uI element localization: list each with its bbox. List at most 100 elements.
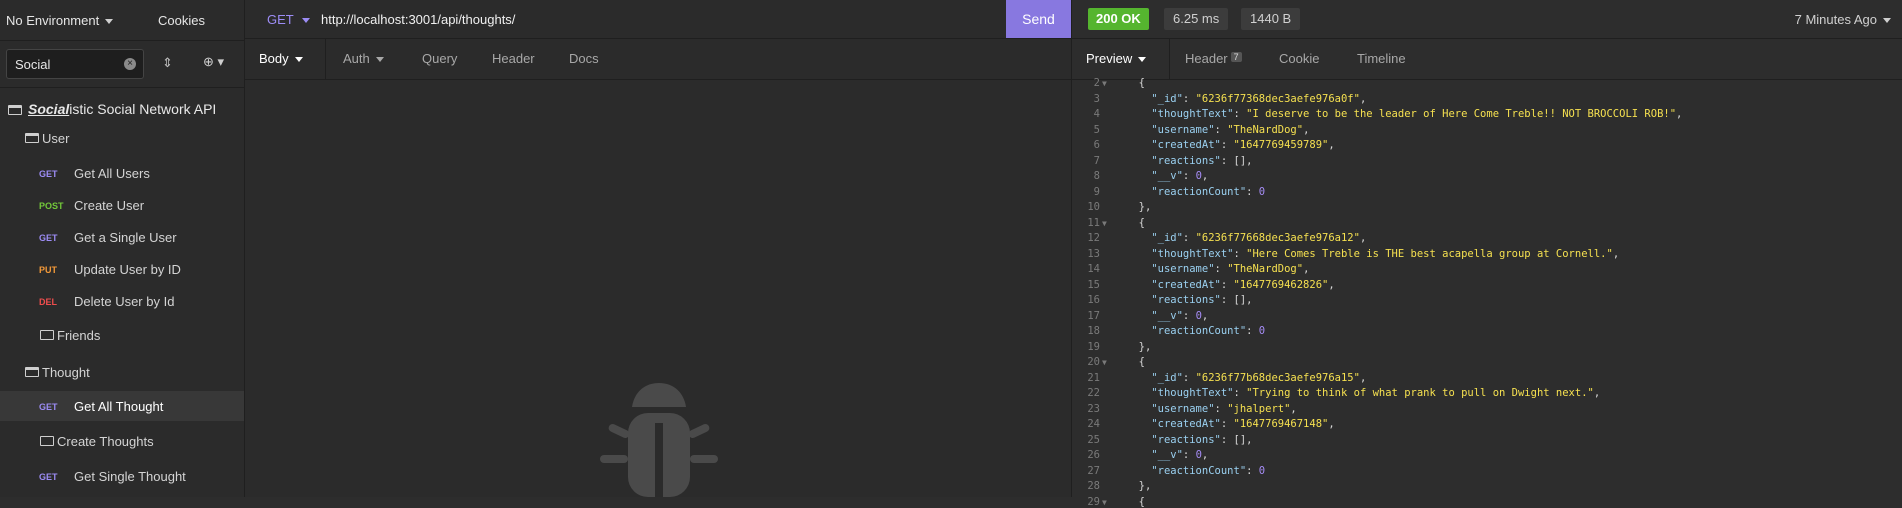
tab-auth[interactable]: Auth [343,51,384,66]
fold-arrow-icon[interactable]: ▼ [1102,79,1107,88]
request-item[interactable]: DEL Delete User by Id [0,286,244,316]
folder-item[interactable]: Friends [0,320,244,350]
tab-body[interactable]: Body [259,51,303,66]
json-key: "username" [1151,123,1215,136]
fold-arrow-icon[interactable]: ▼ [1102,498,1107,507]
code-line: "__v": 0, [1151,309,1209,322]
tab-divider [1169,39,1170,79]
bug-icon [600,383,718,497]
line-number: 26 [1087,449,1100,461]
json-key: "reactions" [1151,154,1221,167]
request-item[interactable]: GET Get a Single User [0,222,244,252]
folder-item[interactable]: Thought [0,357,244,387]
tab-preview[interactable]: Preview [1086,51,1147,66]
json-key-text: username [1157,402,1209,415]
url-bar: GET http://localhost:3001/api/thoughts/ … [245,0,1071,39]
method-badge: DEL [39,297,57,307]
json-key-text: thoughtText [1157,108,1228,120]
json-value: [] [1233,154,1247,167]
code-line: "username": "TheNardDog", [1151,123,1310,136]
json-key-text: thoughtText [1157,247,1228,260]
request-label: Get a Single User [74,230,177,245]
code-line: "reactionCount": 0 [1151,185,1266,198]
tab-divider [325,39,326,79]
folder-item[interactable]: User [0,123,244,153]
status-badge: 200 OK [1088,8,1149,30]
line-number: 6 [1093,139,1100,151]
cookies-button[interactable]: Cookies [158,13,205,28]
history-dropdown[interactable]: 7 Minutes Ago [1795,12,1891,27]
json-key-text: _id [1157,371,1177,384]
environment-dropdown[interactable]: No Environment [6,13,114,28]
request-item[interactable]: POST Create User [0,190,244,220]
json-key-text: username [1157,263,1209,275]
tab-response-header[interactable]: Header 7 [1185,51,1242,66]
code-line: "reactionCount": 0 [1151,464,1266,477]
code-line: "reactions": [], [1151,433,1253,446]
tab-timeline[interactable]: Timeline [1357,51,1406,66]
clear-icon[interactable]: × [124,58,136,70]
method-badge: GET [39,233,58,243]
json-value-text: I deserve to be the leader of Here Come … [1252,108,1670,120]
tab-header[interactable]: Header [492,51,535,66]
json-key: "reactions" [1151,433,1221,446]
filter-row: Social × ⇕ ⊕ ▾ [0,41,244,88]
line-number: 16 [1087,294,1100,306]
line-number: 24 [1087,418,1100,430]
folder-item[interactable]: Create Thoughts [0,426,244,456]
code-line: "_id": "6236f77668dec3aefe976a12", [1151,232,1367,244]
response-status-bar: 200 OK 6.25 ms 1440 B 7 Minutes Ago [1072,0,1902,39]
line-number: 21 [1087,371,1100,384]
code-line: "createdAt": "1647769462826", [1151,278,1335,291]
chevron-down-icon [301,18,310,24]
json-key-text: _id [1157,92,1177,105]
method-label: GET [267,12,294,27]
sort-icon[interactable]: ⇕ [162,55,173,71]
json-value-text: 1647769462826 [1239,278,1323,291]
json-key: "__v" [1151,449,1183,461]
json-key-text: reactionCount [1157,325,1240,337]
request-label: Get Single Thought [74,469,186,484]
json-value-text: TheNardDog [1233,263,1297,275]
tab-query[interactable]: Query [422,51,457,66]
workspace-title[interactable]: Socialistic Social Network API [8,101,216,117]
request-item[interactable]: GET Get Single Thought [0,461,244,491]
code-line: "username": "TheNardDog", [1151,263,1310,275]
request-label: Update User by ID [74,262,181,277]
method-dropdown[interactable]: GET [267,12,310,27]
fold-arrow-icon[interactable]: ▼ [1102,219,1107,228]
fold-arrow-icon[interactable]: ▼ [1102,358,1107,367]
json-key: "reactionCount" [1151,464,1247,477]
request-label: Create User [74,198,145,213]
header-count-badge: 7 [1230,52,1242,62]
add-plus-icon[interactable]: ⊕ ▾ [203,54,224,70]
line-number: 13 [1087,247,1100,260]
request-item[interactable]: GET Get All Thought [0,391,244,421]
line-number: 10 [1087,201,1100,213]
json-key-text: createdAt [1157,418,1215,430]
json-value: "Here Comes Treble is THE best acapella … [1246,247,1613,260]
folder-label: User [42,131,70,146]
json-value: "6236f77368dec3aefe976a0f" [1195,92,1360,105]
request-item[interactable]: GET Get All Users [0,158,244,188]
tab-cookie[interactable]: Cookie [1279,51,1319,66]
line-number: 3 [1093,92,1100,105]
filter-input[interactable]: Social × [6,49,144,79]
request-item[interactable]: PUT Update User by ID [0,254,244,284]
code-line: "reactions": [], [1151,294,1253,306]
json-value: "jhalpert" [1227,402,1291,415]
environment-label: No Environment [6,13,100,28]
workspace-title-highlight: Social [28,101,70,117]
json-key: "thoughtText" [1151,247,1234,260]
json-key-text: _id [1157,232,1177,244]
folder-open-icon [25,133,39,143]
line-number: 19 [1087,340,1100,353]
folder-label: Thought [42,365,90,380]
tab-docs[interactable]: Docs [569,51,599,66]
url-input[interactable]: http://localhost:3001/api/thoughts/ [321,12,515,27]
send-button[interactable]: Send [1006,0,1071,38]
method-badge: POST [39,201,64,211]
json-value: [] [1233,433,1247,446]
history-label: 7 Minutes Ago [1794,12,1877,27]
folder-open-icon [8,105,22,115]
